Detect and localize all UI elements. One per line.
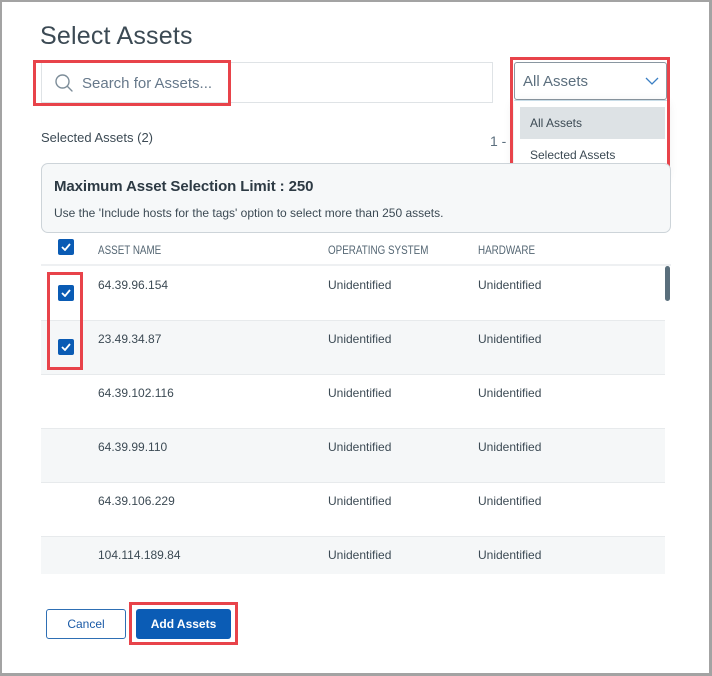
column-header-asset-name[interactable]: ASSET NAME <box>98 243 161 257</box>
asset-os: Unidentified <box>328 386 392 400</box>
add-assets-button[interactable]: Add Assets <box>136 609 231 639</box>
asset-os: Unidentified <box>328 494 392 508</box>
column-header-operating-system[interactable]: OPERATING SYSTEM <box>328 243 428 257</box>
asset-name: 23.49.34.87 <box>98 332 162 346</box>
dropdown-option-all-assets[interactable]: All Assets <box>520 107 665 139</box>
asset-hardware: Unidentified <box>478 332 542 346</box>
asset-name: 64.39.102.116 <box>98 386 174 400</box>
select-all-checkbox[interactable] <box>58 239 74 255</box>
asset-os: Unidentified <box>328 332 392 346</box>
table-row[interactable]: 23.49.34.87 Unidentified Unidentified <box>41 321 665 375</box>
checkmark-icon <box>61 243 71 251</box>
asset-name: 64.39.96.154 <box>98 278 169 292</box>
asset-os: Unidentified <box>328 548 392 562</box>
chevron-down-icon <box>645 77 659 85</box>
asset-name: 104.114.189.84 <box>98 548 181 562</box>
table-row[interactable]: 64.39.106.229 Unidentified Unidentified <box>41 483 665 537</box>
limit-heading: Maximum Asset Selection Limit : 250 <box>54 178 314 195</box>
asset-name: 64.39.99.110 <box>98 440 168 454</box>
search-input[interactable] <box>82 71 482 95</box>
row-checkbox[interactable] <box>58 339 74 355</box>
table-row[interactable]: 64.39.102.116 Unidentified Unidentified <box>41 375 665 429</box>
table-row[interactable]: 64.39.99.110 Unidentified Unidentified <box>41 429 665 483</box>
row-checkbox[interactable] <box>58 285 74 301</box>
asset-hardware: Unidentified <box>478 386 542 400</box>
asset-table-body: 64.39.96.154 Unidentified Unidentified 2… <box>41 267 665 574</box>
column-header-hardware[interactable]: HARDWARE <box>478 243 535 257</box>
dialog-title: Select Assets <box>40 22 193 50</box>
pagination-range: 1 - <box>490 133 507 149</box>
asset-hardware: Unidentified <box>478 494 542 508</box>
search-field[interactable] <box>41 62 493 103</box>
table-scrollbar-thumb[interactable] <box>665 266 670 301</box>
asset-filter-select[interactable]: All Assets <box>514 62 667 100</box>
table-row[interactable]: 64.39.96.154 Unidentified Unidentified <box>41 267 665 321</box>
table-header: ASSET NAME OPERATING SYSTEM HARDWARE <box>41 236 671 266</box>
asset-os: Unidentified <box>328 278 392 292</box>
asset-os: Unidentified <box>328 440 392 454</box>
asset-hardware: Unidentified <box>478 278 542 292</box>
asset-filter-value: All Assets <box>523 73 589 90</box>
checkmark-icon <box>61 343 71 351</box>
table-row[interactable]: 104.114.189.84 Unidentified Unidentified <box>41 537 665 574</box>
selected-assets-count[interactable]: Selected Assets (2) <box>41 130 153 145</box>
limit-description: Use the 'Include hosts for the tags' opt… <box>54 206 444 220</box>
search-icon <box>55 74 73 92</box>
checkmark-icon <box>61 289 71 297</box>
asset-hardware: Unidentified <box>478 548 542 562</box>
asset-hardware: Unidentified <box>478 440 542 454</box>
asset-name: 64.39.106.229 <box>98 494 175 508</box>
cancel-button[interactable]: Cancel <box>46 609 126 639</box>
selection-limit-notice: Maximum Asset Selection Limit : 250 Use … <box>41 163 671 233</box>
